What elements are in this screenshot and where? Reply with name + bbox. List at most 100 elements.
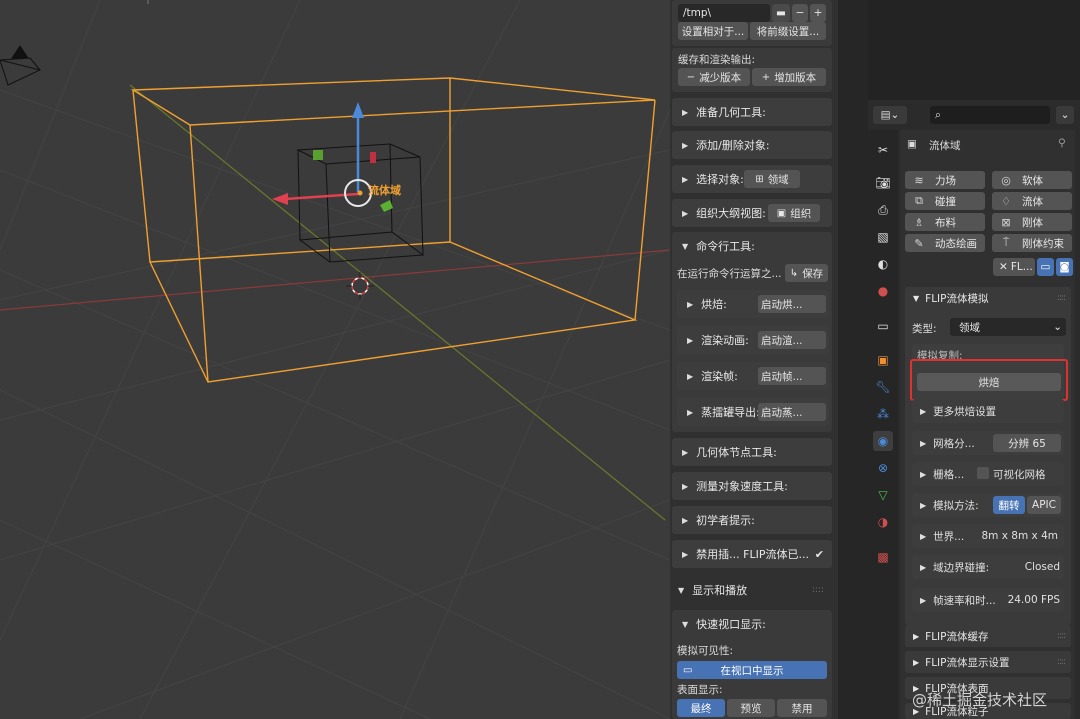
cloth-icon: ♗ — [914, 215, 924, 229]
modifier-tab-icon[interactable]: 🔧︎ — [873, 377, 893, 397]
outliner-area — [868, 0, 1080, 100]
launch-render-button[interactable]: 启动渲... — [758, 331, 826, 349]
cloth-button[interactable]: ♗ 布料 — [905, 213, 985, 231]
constraints-tab-icon[interactable]: ⊗ — [873, 458, 893, 478]
rigidbody-button[interactable]: ⊠ 刚体 — [992, 213, 1072, 231]
drag-grip-icon[interactable]: :::: — [1057, 293, 1066, 303]
minus-icon: − — [686, 71, 696, 83]
show-in-viewport-toggle[interactable]: ▭ 在视口中显示 — [677, 661, 827, 679]
3d-cursor — [346, 272, 374, 300]
region-divider — [838, 0, 868, 719]
search-icon: ⌕ — [935, 108, 941, 121]
pin-icon[interactable]: ⚲ — [1058, 137, 1066, 149]
collision-button[interactable]: ⧉ 碰撞 — [905, 192, 985, 210]
flip-cache-panel[interactable]: ▶ FLIP流体缓存:::: — [905, 625, 1071, 647]
properties-search-input[interactable]: ⌕ — [930, 106, 1050, 124]
save-button[interactable]: ↳ 保存 — [785, 264, 828, 282]
expand-arrow-icon: ▶ — [682, 107, 689, 117]
disable-addon-panel[interactable]: ▶ 禁用插... FLIP流体已... ✔ — [672, 540, 832, 568]
view-layer-tab-icon[interactable]: ▧ — [873, 227, 893, 247]
force-field-button[interactable]: ≋ 力场 — [905, 171, 985, 189]
viewport-scene — [0, 0, 670, 719]
collapse-arrow-icon: ▼ — [913, 293, 920, 303]
render-toggle-icon[interactable]: ◙ — [1056, 258, 1073, 276]
drag-grip-icon[interactable]: :::: — [1057, 657, 1066, 667]
surface-disabled-option[interactable]: 禁用 — [777, 699, 827, 717]
collection-tab-icon[interactable]: ▭ — [873, 316, 893, 336]
viewport-toggle-icon[interactable]: ▭ — [1037, 258, 1054, 276]
boundary-value: Closed — [1024, 561, 1060, 573]
organize-button[interactable]: ▣ 组织 — [768, 204, 820, 222]
boundary-collision-row[interactable]: ▶ 域边界碰撞: Closed — [912, 555, 1064, 579]
apic-method-option[interactable]: APIC — [1027, 496, 1061, 514]
fluid-icon: ♢ — [1001, 194, 1011, 208]
tool-tab-icon[interactable]: ✂ — [873, 140, 893, 160]
prepare-geometry-panel[interactable]: ▶ 准备几何工具: — [672, 98, 832, 126]
render-tab-icon[interactable]: 📷︎ — [873, 173, 893, 193]
material-tab-icon[interactable]: ◑ — [873, 512, 893, 532]
launch-alembic-button[interactable]: 启动蒸... — [758, 403, 826, 421]
scene-tab-icon[interactable]: ◐ — [873, 254, 893, 274]
flip-sim-header[interactable]: ▼ FLIP流体模拟:::: — [905, 287, 1071, 309]
measure-velocity-panel[interactable]: ▶ 测量对象速度工具: — [672, 472, 832, 500]
expand-arrow-icon: ▶ — [913, 631, 920, 641]
surface-preview-option[interactable]: 预览 — [727, 699, 775, 717]
set-prefix-button[interactable]: 将前缀设置... — [750, 22, 826, 40]
select-domain-button[interactable]: ⊞ 领域 — [744, 170, 800, 188]
visualize-grid-checkbox[interactable] — [977, 467, 989, 479]
display-playback-header[interactable]: ▼ 显示和播放:::: — [668, 576, 828, 604]
softbody-button[interactable]: ◎ 软体 — [992, 171, 1072, 189]
particles-tab-icon[interactable]: ⁂ — [873, 404, 893, 424]
flip-method-option[interactable]: 翻转 — [993, 496, 1025, 514]
physics-tab-icon[interactable]: ◉ — [873, 431, 893, 451]
active-object-name: 流体域 — [929, 140, 961, 152]
highlight-box — [910, 359, 1068, 401]
more-bake-settings-row[interactable]: ▶ 更多烘焙设置 — [912, 399, 1064, 423]
beginner-tips-panel[interactable]: ▶ 初学者提示: — [672, 506, 832, 534]
output-tab-icon[interactable]: ⎙ — [873, 200, 893, 220]
save-icon: ↳ — [789, 267, 799, 279]
expand-arrow-icon: ▶ — [687, 299, 694, 309]
surface-final-option[interactable]: 最终 — [677, 699, 725, 717]
cache-path-input[interactable]: /tmp\ — [678, 4, 770, 22]
add-remove-objects-panel[interactable]: ▶ 添加/删除对象: — [672, 131, 832, 159]
fps-row[interactable]: ▶ 帧速率和时... 24.00 FPS — [912, 588, 1064, 612]
collapse-arrow-icon: ▼ — [682, 619, 689, 629]
3d-viewport[interactable]: 流体域 — [0, 0, 670, 719]
plus-icon[interactable]: + — [810, 4, 826, 22]
expand-arrow-icon: ▶ — [682, 549, 689, 559]
geo-nodes-tools-panel[interactable]: ▶ 几何体节点工具: — [672, 438, 832, 466]
folder-icon[interactable]: ▬ — [772, 4, 790, 22]
minus-icon[interactable]: − — [792, 4, 808, 22]
drag-grip-icon[interactable]: :::: — [812, 585, 824, 595]
resolution-field[interactable]: 分辨 65 — [993, 434, 1061, 452]
fluid-button[interactable]: ♢ 流体 — [992, 192, 1072, 210]
quick-viewport-header[interactable]: ▼ 快速视口显示: — [672, 610, 832, 638]
camera-object[interactable] — [0, 45, 41, 86]
dynamic-paint-button[interactable]: ✎ 动态绘画 — [905, 234, 985, 252]
drag-grip-icon[interactable]: :::: — [1057, 631, 1066, 641]
object-tab-icon[interactable]: ▣ — [873, 350, 893, 370]
object-name-label: 流体域 — [368, 184, 401, 197]
grid-icon: ⊞ — [755, 173, 764, 185]
launch-bake-button[interactable]: 启动烘... — [758, 295, 826, 313]
set-relative-button[interactable]: 设置相对于... — [678, 22, 748, 40]
type-dropdown[interactable]: 领域 ⌄ — [950, 318, 1066, 336]
increase-version-button[interactable]: + 增加版本 — [752, 68, 826, 86]
world-size-row[interactable]: ▶ 世界... 8m x 8m x 4m — [912, 524, 1064, 548]
options-dropdown[interactable]: ⌄ — [1056, 106, 1074, 124]
rigidbody-constraint-button[interactable]: ⍑ 刚体约束 — [992, 234, 1072, 252]
cmdline-tools-header[interactable]: ▼ 命令行工具: — [672, 232, 832, 260]
flip-remove-button[interactable]: ✕ FL... — [993, 258, 1035, 276]
data-tab-icon[interactable]: ▽ — [873, 485, 893, 505]
flip-display-panel[interactable]: ▶ FLIP流体显示设置:::: — [905, 651, 1071, 673]
expand-arrow-icon: ▶ — [682, 515, 689, 525]
expand-arrow-icon: ▶ — [687, 335, 694, 345]
launch-frame-button[interactable]: 启动帧... — [758, 367, 826, 385]
domain-box[interactable] — [130, 77, 656, 383]
world-tab-icon[interactable]: ● — [873, 281, 893, 301]
decrease-version-button[interactable]: − 减少版本 — [678, 68, 750, 86]
editor-type-dropdown[interactable]: ▤⌄ — [873, 106, 907, 124]
expand-arrow-icon: ▶ — [682, 140, 689, 150]
texture-tab-icon[interactable]: ▩ — [873, 547, 893, 567]
